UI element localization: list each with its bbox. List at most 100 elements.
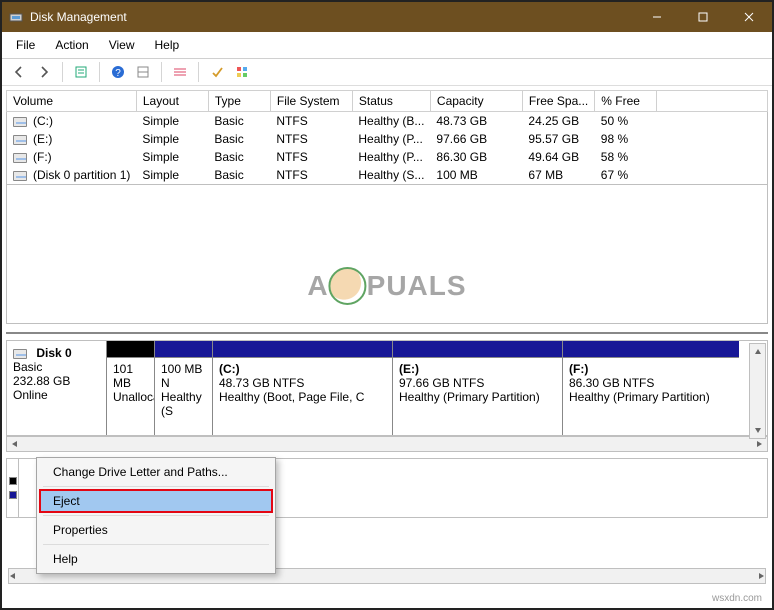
cell-type: Basic <box>208 130 270 148</box>
cell-pct: 98 % <box>595 130 657 148</box>
scroll-right-icon[interactable] <box>751 437 767 451</box>
back-button[interactable] <box>8 61 30 83</box>
cell-pct: 67 % <box>595 166 657 185</box>
cell-fs: NTFS <box>270 166 352 185</box>
disk-icon <box>13 349 27 359</box>
cell-type: Basic <box>208 166 270 185</box>
column-volume[interactable]: Volume <box>7 91 137 112</box>
watermark-pre: A <box>307 270 328 302</box>
cell-status: Healthy (P... <box>352 130 430 148</box>
help-icon[interactable]: ? <box>107 61 129 83</box>
column-filesystem[interactable]: File System <box>270 91 352 112</box>
column-freespace[interactable]: Free Spa... <box>522 91 594 112</box>
horizontal-scrollbar[interactable] <box>6 436 768 452</box>
close-button[interactable] <box>726 2 772 32</box>
view-icon[interactable] <box>132 61 154 83</box>
ctx-eject[interactable]: Eject <box>39 489 273 513</box>
scroll-left-icon[interactable] <box>9 569 17 583</box>
partition-size: 100 MB N <box>161 362 206 390</box>
table-header-row: Volume Layout Type File System Status Ca… <box>7 91 768 112</box>
partition-size: 97.66 GB NTFS <box>399 376 556 390</box>
column-layout[interactable]: Layout <box>136 91 208 112</box>
legend-unallocated-icon <box>9 477 17 485</box>
cell-capacity: 86.30 GB <box>430 148 522 166</box>
scroll-right-icon[interactable] <box>757 569 765 583</box>
cell-status: Healthy (S... <box>352 166 430 185</box>
cell-type: Basic <box>208 112 270 131</box>
disk-info[interactable]: Disk 0 Basic 232.88 GB Online <box>7 341 107 435</box>
disk-kind: Basic <box>13 360 42 374</box>
menu-help[interactable]: Help <box>145 34 190 56</box>
table-row[interactable]: (C:)SimpleBasicNTFSHealthy (B...48.73 GB… <box>7 112 768 131</box>
partition-size: 48.73 GB NTFS <box>219 376 386 390</box>
vertical-scrollbar[interactable] <box>749 343 766 439</box>
table-row[interactable]: (E:)SimpleBasicNTFSHealthy (P...97.66 GB… <box>7 130 768 148</box>
cell-fs: NTFS <box>270 148 352 166</box>
separator <box>198 62 199 82</box>
titlebar: Disk Management <box>2 2 772 32</box>
check-icon[interactable] <box>206 61 228 83</box>
partition-name: (F:) <box>569 362 733 376</box>
scroll-up-icon[interactable] <box>750 344 765 360</box>
partition[interactable]: (C:)48.73 GB NTFSHealthy (Boot, Page Fil… <box>213 341 393 435</box>
partition-name: (E:) <box>399 362 556 376</box>
disk-state: Online <box>13 388 48 402</box>
watermark: A PUALS <box>307 267 466 305</box>
disk-name: Disk 0 <box>36 346 71 360</box>
column-pctfree[interactable]: % Free <box>595 91 657 112</box>
toolbar: ? <box>2 59 772 86</box>
cell-status: Healthy (P... <box>352 148 430 166</box>
cell-type: Basic <box>208 148 270 166</box>
partition[interactable]: (F:)86.30 GB NTFSHealthy (Primary Partit… <box>563 341 739 435</box>
cell-volume: (E:) <box>33 132 52 146</box>
ctx-help[interactable]: Help <box>39 547 273 571</box>
scroll-down-icon[interactable] <box>750 422 765 438</box>
partition[interactable]: 100 MB NHealthy (S <box>155 341 213 435</box>
cell-free: 49.64 GB <box>522 148 594 166</box>
partition-status: Healthy (S <box>161 390 206 418</box>
partition-body: 101 MBUnallocat <box>107 357 154 435</box>
menu-action[interactable]: Action <box>45 34 98 56</box>
partition-size: 86.30 GB NTFS <box>569 376 733 390</box>
ctx-separator <box>43 515 269 516</box>
table-row[interactable]: (F:) SimpleBasicNTFSHealthy (P...86.30 GB… <box>7 148 768 166</box>
app-icon <box>8 9 24 25</box>
partition-status: Healthy (Boot, Page File, C <box>219 390 386 404</box>
ctx-separator <box>43 486 269 487</box>
forward-button[interactable] <box>33 61 55 83</box>
grid-icon[interactable] <box>231 61 253 83</box>
cell-capacity: 100 MB <box>430 166 522 185</box>
minimize-button[interactable] <box>634 2 680 32</box>
cell-layout: Simple <box>136 148 208 166</box>
separator <box>99 62 100 82</box>
ctx-change-drive-letter[interactable]: Change Drive Letter and Paths... <box>39 460 273 484</box>
cell-fs: NTFS <box>270 112 352 131</box>
column-status[interactable]: Status <box>352 91 430 112</box>
list-icon[interactable] <box>169 61 191 83</box>
menubar: File Action View Help <box>2 32 772 59</box>
column-capacity[interactable]: Capacity <box>430 91 522 112</box>
partition-header <box>107 341 154 357</box>
cell-volume: (F:) <box>33 150 52 164</box>
volume-table: Volume Layout Type File System Status Ca… <box>6 90 768 185</box>
column-type[interactable]: Type <box>208 91 270 112</box>
disk-size: 232.88 GB <box>13 374 70 388</box>
partition-body: (F:)86.30 GB NTFSHealthy (Primary Partit… <box>563 357 739 435</box>
partition-status: Unallocat <box>113 390 148 404</box>
legend-primary-icon <box>9 491 17 499</box>
partition[interactable]: (E:)97.66 GB NTFSHealthy (Primary Partit… <box>393 341 563 435</box>
cell-fs: NTFS <box>270 130 352 148</box>
menu-file[interactable]: File <box>6 34 45 56</box>
ctx-separator <box>43 544 269 545</box>
maximize-button[interactable] <box>680 2 726 32</box>
cell-layout: Simple <box>136 130 208 148</box>
ctx-properties[interactable]: Properties <box>39 518 273 542</box>
menu-view[interactable]: View <box>99 34 145 56</box>
partition[interactable]: 101 MBUnallocat <box>107 341 155 435</box>
properties-icon[interactable] <box>70 61 92 83</box>
table-row[interactable]: (Disk 0 partition 1)SimpleBasicNTFSHealt… <box>7 166 768 185</box>
scroll-left-icon[interactable] <box>7 437 23 451</box>
cell-pct: 58 % <box>595 148 657 166</box>
partitions: 101 MBUnallocat100 MB NHealthy (S(C:)48.… <box>107 341 767 435</box>
partition-status: Healthy (Primary Partition) <box>569 390 733 404</box>
